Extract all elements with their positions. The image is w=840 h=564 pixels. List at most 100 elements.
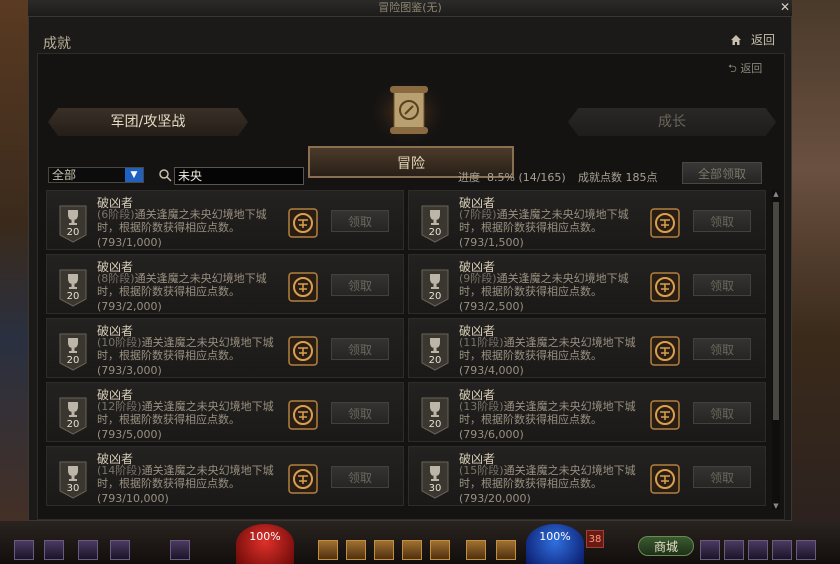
skill-slot[interactable] xyxy=(466,540,486,560)
achievement-progress: (793/4,000) xyxy=(459,364,524,377)
trophy-badge-icon: 20 xyxy=(59,205,87,243)
skill-slot[interactable] xyxy=(346,540,366,560)
menu-slot[interactable] xyxy=(772,540,792,560)
mp-value: 100% xyxy=(539,530,571,543)
claim-label: 领取 xyxy=(709,343,734,357)
badge-points: 20 xyxy=(67,355,80,366)
achievement-progress: (793/20,000) xyxy=(459,492,531,505)
claim-button[interactable]: 领取 xyxy=(331,210,389,232)
achievement-desc-wrap: (6阶段)通关逢魔之未央幻境地下城时，根据阶数获得相应点数。 xyxy=(97,208,279,234)
skill-slot[interactable] xyxy=(44,540,64,560)
skill-slot[interactable] xyxy=(78,540,98,560)
claim-button[interactable]: 领取 xyxy=(693,210,751,232)
achievement-progress: (793/2,500) xyxy=(459,300,524,313)
menu-slot[interactable] xyxy=(796,540,816,560)
claim-label: 领取 xyxy=(347,215,372,229)
scroll-down-icon[interactable]: ▼ xyxy=(772,502,780,510)
reward-emblem-icon[interactable] xyxy=(288,208,318,238)
close-button[interactable]: ✕ xyxy=(778,0,792,14)
tab-adventure-label: 冒险 xyxy=(397,156,425,172)
achievement-progress: (793/3,000) xyxy=(97,364,162,377)
achievement-card: 20 破凶者 (11阶段)通关逢魔之未央幻境地下城时，根据阶数获得相应点数。 (793… xyxy=(408,318,766,378)
tab-growth[interactable]: 成长 xyxy=(568,108,776,136)
section-title: 成就 xyxy=(43,36,71,52)
claim-button[interactable]: 领取 xyxy=(693,274,751,296)
progress-value: 8.5% (14/165) xyxy=(487,171,566,184)
claim-button[interactable]: 领取 xyxy=(693,466,751,488)
scroll-up-icon[interactable]: ▲ xyxy=(772,190,780,198)
achievement-window: 成就 返回 ⮌ 返回 军团/攻坚战 冒险 成长 全部 ▼ 未央 进度 8.5% … xyxy=(28,16,792,521)
achievement-card: 20 破凶者 (9阶段)通关逢魔之未央幻境地下城时，根据阶数获得相应点数。 (793/… xyxy=(408,254,766,314)
tab-growth-label: 成长 xyxy=(658,114,686,130)
reward-emblem-icon[interactable] xyxy=(288,400,318,430)
scrollbar-thumb[interactable] xyxy=(773,202,779,420)
achievement-card: 30 破凶者 (14阶段)通关逢魔之未央幻境地下城时，根据阶数获得相应点数。 (793… xyxy=(46,446,404,506)
skill-slot[interactable] xyxy=(430,540,450,560)
skill-slot[interactable] xyxy=(170,540,190,560)
badge-points: 20 xyxy=(429,291,442,302)
claim-button[interactable]: 领取 xyxy=(693,338,751,360)
claim-label: 领取 xyxy=(347,279,372,293)
trophy-badge-icon: 20 xyxy=(59,333,87,371)
achievement-desc-wrap: (7阶段)通关逢魔之未央幻境地下城时，根据阶数获得相应点数。 xyxy=(459,208,641,234)
menu-slot[interactable] xyxy=(724,540,744,560)
game-background-left xyxy=(0,0,28,564)
hp-value: 100% xyxy=(249,530,281,543)
back-button[interactable]: 返回 xyxy=(730,31,775,48)
skill-slot[interactable] xyxy=(318,540,338,560)
achievement-card: 20 破凶者 (12阶段)通关逢魔之未央幻境地下城时，根据阶数获得相应点数。 (793… xyxy=(46,382,404,442)
achievement-card: 20 破凶者 (8阶段)通关逢魔之未央幻境地下城时，根据阶数获得相应点数。 (793/… xyxy=(46,254,404,314)
reward-emblem-icon[interactable] xyxy=(650,336,680,366)
chevron-down-icon[interactable]: ▼ xyxy=(125,168,143,182)
achievement-stage: (15阶段) xyxy=(459,464,504,477)
trophy-badge-icon: 20 xyxy=(59,269,87,307)
trophy-badge-icon: 20 xyxy=(421,397,449,435)
reward-emblem-icon[interactable] xyxy=(650,464,680,494)
reward-emblem-icon[interactable] xyxy=(650,400,680,430)
reward-emblem-icon[interactable] xyxy=(650,272,680,302)
scrollbar[interactable]: ▲ ▼ xyxy=(772,190,780,510)
hp-orb: 100% xyxy=(236,524,294,564)
badge-points: 30 xyxy=(67,483,80,494)
category-select[interactable]: 全部 ▼ xyxy=(48,167,144,183)
achievement-stage: (13阶段) xyxy=(459,400,504,413)
badge-points: 30 xyxy=(429,483,442,494)
reward-emblem-icon[interactable] xyxy=(650,208,680,238)
search-value: 未央 xyxy=(178,169,203,183)
return-label: 返回 xyxy=(740,62,763,75)
menu-slot[interactable] xyxy=(748,540,768,560)
claim-button[interactable]: 领取 xyxy=(331,402,389,424)
skill-slot[interactable] xyxy=(496,540,516,560)
menu-slot[interactable] xyxy=(700,540,720,560)
skill-slot[interactable] xyxy=(374,540,394,560)
claim-button[interactable]: 领取 xyxy=(331,466,389,488)
claim-label: 领取 xyxy=(709,215,734,229)
shop-label: 商城 xyxy=(653,540,678,554)
window-titlebar: 冒险图鉴(无) xyxy=(28,0,792,17)
tab-legion[interactable]: 军团/攻坚战 xyxy=(48,108,248,136)
skill-slot[interactable] xyxy=(402,540,422,560)
claim-label: 领取 xyxy=(347,343,372,357)
reward-emblem-icon[interactable] xyxy=(288,272,318,302)
achievement-progress: (793/1,500) xyxy=(459,236,524,249)
claim-button[interactable]: 领取 xyxy=(331,338,389,360)
return-link[interactable]: ⮌ 返回 xyxy=(728,60,762,79)
search-input[interactable]: 未央 xyxy=(174,167,304,185)
achievement-card: 20 破凶者 (13阶段)通关逢魔之未央幻境地下城时，根据阶数获得相应点数。 (793… xyxy=(408,382,766,442)
achievement-progress: (793/1,000) xyxy=(97,236,162,249)
shop-button[interactable]: 商城 xyxy=(638,536,694,556)
claim-all-label: 全部领取 xyxy=(697,167,746,181)
achievement-stage: (14阶段) xyxy=(97,464,142,477)
back-label: 返回 xyxy=(750,33,775,47)
reward-emblem-icon[interactable] xyxy=(288,336,318,366)
claim-all-button[interactable]: 全部领取 xyxy=(682,162,762,184)
mp-orb: 100% xyxy=(526,524,584,564)
skill-slot[interactable] xyxy=(14,540,34,560)
achievement-stage: (12阶段) xyxy=(97,400,142,413)
achievement-list: 20 破凶者 (6阶段)通关逢魔之未央幻境地下城时，根据阶数获得相应点数。 (793/… xyxy=(46,190,768,510)
skill-slot[interactable] xyxy=(110,540,130,560)
claim-button[interactable]: 领取 xyxy=(331,274,389,296)
achievement-desc-wrap: (9阶段)通关逢魔之未央幻境地下城时，根据阶数获得相应点数。 xyxy=(459,272,641,298)
reward-emblem-icon[interactable] xyxy=(288,464,318,494)
claim-button[interactable]: 领取 xyxy=(693,402,751,424)
